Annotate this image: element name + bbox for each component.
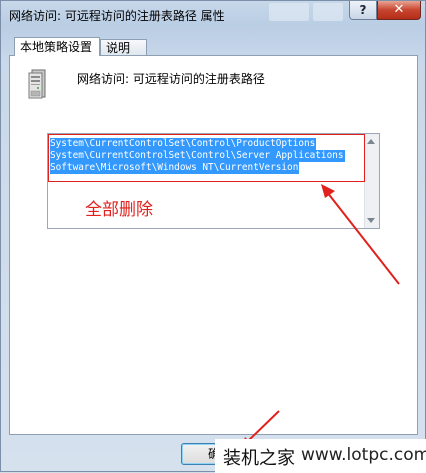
- background-window-title-fragment: [269, 3, 309, 21]
- dialog-title: 网络访问: 可远程访问的注册表路径 属性: [9, 9, 225, 23]
- background-window-title-fragment: [313, 3, 343, 21]
- textarea-scrollbar[interactable]: [364, 134, 379, 228]
- properties-dialog: 网络访问: 可远程访问的注册表路径 属性 ? ✕ 本地策略设置 说明 网络访问:…: [0, 0, 426, 473]
- help-button[interactable]: ?: [349, 1, 377, 20]
- annotation-highlight-box: [48, 134, 365, 182]
- server-icon: [28, 69, 46, 99]
- tab-panel: [9, 55, 418, 435]
- watermark-cn: 装机之家: [223, 448, 295, 469]
- tab-local-policy-setting[interactable]: 本地策略设置: [14, 37, 100, 56]
- close-button[interactable]: ✕: [377, 1, 421, 20]
- watermark-en: www.lotpc.com: [301, 445, 426, 465]
- policy-name: 网络访问: 可远程访问的注册表路径: [77, 72, 265, 86]
- scroll-down-icon[interactable]: [367, 218, 375, 223]
- scroll-up-icon[interactable]: [367, 139, 375, 144]
- watermark: 装机之家 www.lotpc.com: [215, 439, 426, 473]
- tab-explain[interactable]: 说明: [100, 39, 147, 56]
- annotation-text: 全部删除: [85, 200, 153, 220]
